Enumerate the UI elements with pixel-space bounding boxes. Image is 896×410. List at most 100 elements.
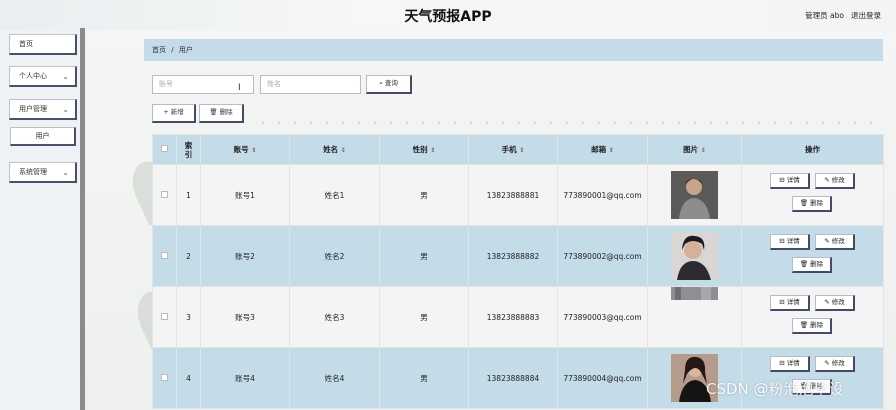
csdn-watermark: CSDN @粉泡泡毕设 [706,380,844,398]
logout-link[interactable]: 退出登录 [851,10,881,21]
sidebar-item-system-management[interactable]: 系统管理 ⌄ [9,162,77,183]
column-header-gender[interactable]: 性别 ⇕ [379,134,469,165]
detail-button[interactable]: ⊟ 详情 [770,295,810,311]
gender-cell: 男 [379,286,469,348]
account-cell: 账号2 [200,225,290,287]
row-checkbox[interactable] [161,251,168,259]
edit-button[interactable]: ✎ 修改 [815,356,855,372]
edit-label: 修改 [831,359,845,367]
row-checkbox[interactable] [161,190,168,198]
image-cell [647,164,742,226]
select-all-checkbox[interactable] [161,145,168,152]
name-search-input[interactable]: 姓名 [260,75,361,94]
sidebar-subitem-user[interactable]: 用户 [10,127,76,146]
column-header-phone[interactable]: 手机 ⇕ [468,134,558,165]
column-header-image[interactable]: 图片 ⇕ [647,134,742,165]
breadcrumb-separator: / [171,46,174,54]
table-row: 2 账号2 姓名2 男 13823888882 773890002@qq.com [152,225,884,287]
sidebar-item-home[interactable]: 首页 [9,34,77,55]
dot-decoration [255,120,885,126]
column-header-account[interactable]: 账号 ⇕ [200,134,290,165]
user-photo[interactable] [671,287,718,300]
top-header: 天气预报APP 管理员 abo 退出登录 [0,0,896,30]
table-row: 3 账号3 姓名3 男 13823888883 773890003@qq.com… [152,286,884,348]
column-header-label: 性别 [412,145,428,154]
delete-button[interactable]: 🗑 删除 [792,196,832,212]
add-button[interactable]: + 新增 [152,104,196,123]
text-cursor-icon: I [238,83,241,93]
detail-label: 详情 [786,176,800,184]
column-header-actions: 操作 [741,134,884,165]
trash-icon: 🗑 [799,321,809,329]
sidebar-item-user-management[interactable]: 用户管理 ⌄ [9,99,77,120]
edit-label: 修改 [831,237,845,245]
sort-icon[interactable]: ⇕ [701,147,706,154]
chevron-down-icon: ⌄ [62,105,69,114]
sidebar-item-personal-center[interactable]: 个人中心 ⌄ [9,66,77,87]
detail-icon: ⊟ [779,237,785,245]
row-select-cell[interactable] [152,225,177,287]
delete-button[interactable]: 🗑 删除 [792,257,832,273]
actions-cell: ⊟ 详情 ✎ 修改 🗑 删除 [741,225,884,287]
detail-button[interactable]: ⊟ 详情 [770,234,810,250]
image-cell [647,286,742,348]
sort-icon[interactable]: ⇕ [341,147,346,154]
edit-label: 修改 [831,298,845,306]
phone-cell: 13823888883 [468,286,558,348]
index-cell: 4 [176,347,201,409]
column-header-label: 操作 [805,145,820,154]
sort-icon[interactable]: ⇕ [519,147,524,154]
sidebar [0,30,84,410]
select-all-cell[interactable] [152,134,177,165]
sidebar-item-label: 用户管理 [19,105,47,113]
column-header-label: 姓名 [323,145,339,154]
sort-icon[interactable]: ⇕ [430,147,435,154]
detail-icon: ⊟ [779,176,785,184]
sort-icon[interactable]: ⇕ [251,147,256,154]
sort-icon[interactable]: ⇕ [609,147,614,154]
edit-button[interactable]: ✎ 修改 [815,234,855,250]
row-select-cell[interactable] [152,347,177,409]
gender-cell: 男 [379,164,469,226]
detail-button[interactable]: ⊟ 详情 [770,173,810,189]
trash-icon: 🗑 [209,108,218,116]
detail-button[interactable]: ⊟ 详情 [770,356,810,372]
delete-button-label: 删除 [219,108,233,116]
account-search-input[interactable]: 账号 I [152,75,254,94]
email-cell: 773890001@qq.com [557,164,648,226]
edit-button[interactable]: ✎ 修改 [815,295,855,311]
sidebar-item-label: 系统管理 [19,168,47,176]
chevron-down-icon: ⌄ [62,168,69,177]
edit-label: 修改 [831,176,845,184]
account-placeholder: 账号 [159,80,173,88]
query-button[interactable]: ⌕ 查询 [366,75,412,94]
index-cell: 1 [176,164,201,226]
row-checkbox[interactable] [161,373,168,381]
breadcrumb-current: 用户 [178,46,193,54]
row-checkbox[interactable] [161,312,168,320]
table-row: 1 账号1 姓名1 男 13823888881 773890001@qq.com [152,164,884,226]
detail-label: 详情 [786,298,800,306]
column-header-label: 邮箱 [591,145,607,154]
trash-icon: 🗑 [799,260,809,268]
user-photo[interactable] [671,171,718,219]
sidebar-item-label: 首页 [19,40,33,48]
index-cell: 2 [176,225,201,287]
account-cell: 账号4 [200,347,290,409]
search-icon: ⌕ [379,79,383,87]
edit-button[interactable]: ✎ 修改 [815,173,855,189]
row-select-cell[interactable] [152,164,177,226]
breadcrumb-home[interactable]: 首页 [152,46,166,54]
column-header-email[interactable]: 邮箱 ⇕ [557,134,648,165]
detail-icon: ⊟ [779,298,785,306]
plus-icon: + [163,108,169,116]
name-cell: 姓名4 [289,347,380,409]
name-placeholder: 姓名 [267,80,281,88]
gender-cell: 男 [379,225,469,287]
delete-button[interactable]: 🗑 删除 [792,318,832,334]
row-select-cell[interactable] [152,286,177,348]
sidebar-item-label: 个人中心 [19,72,47,80]
column-header-name[interactable]: 姓名 ⇕ [289,134,380,165]
user-photo[interactable] [671,232,718,280]
batch-delete-button[interactable]: 🗑 删除 [199,104,244,123]
